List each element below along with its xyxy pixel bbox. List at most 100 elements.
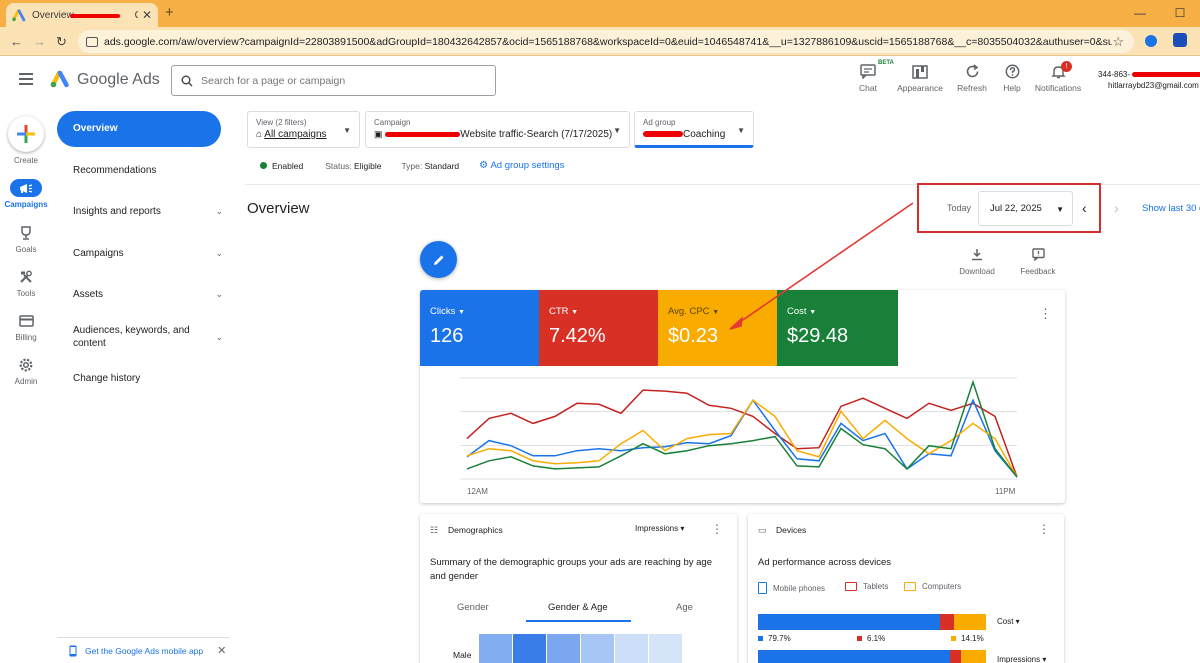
share-segment[interactable] <box>939 614 954 630</box>
share-segment[interactable] <box>953 614 986 630</box>
maximize-icon[interactable]: ☐ <box>1160 0 1200 27</box>
tab-title: Overview - Go <box>32 10 138 21</box>
url-text: ads.google.com/aw/overview?campaignId=22… <box>104 35 1113 48</box>
share-computers: 14.1% <box>951 634 984 643</box>
heatmap-cell[interactable] <box>649 634 682 663</box>
site-info-icon[interactable] <box>86 36 98 47</box>
google-ads-favicon <box>12 9 26 22</box>
download-button[interactable]: Download <box>952 248 1002 276</box>
heatmap-cell[interactable] <box>615 634 648 663</box>
brand-name: Google Ads <box>77 71 160 88</box>
metric-card-ctr[interactable]: CTR ▼ 7.42% <box>539 290 658 366</box>
search-box[interactable] <box>171 65 496 96</box>
minimize-icon[interactable]: — <box>1120 0 1160 27</box>
close-icon[interactable]: ✕ <box>217 644 226 657</box>
devices-icon: ▭ <box>758 525 767 535</box>
reload-icon[interactable]: ↻ <box>56 34 67 50</box>
heatmap-cell[interactable] <box>513 634 546 663</box>
date-range-select[interactable]: Jul 22, 2025 ▼ <box>978 191 1073 226</box>
more-vert-icon[interactable]: ⋮ <box>711 522 723 536</box>
x-axis-end-label: 11PM <box>995 487 1016 496</box>
legend-tablets: Tablets <box>845 582 888 591</box>
appearance-icon <box>912 65 928 79</box>
share-tablets: 6.1% <box>857 634 885 643</box>
demographics-card: ☷ Demographics Impressions ▾ ⋮ Summary o… <box>420 514 737 663</box>
rail-create[interactable]: Create <box>0 116 52 165</box>
show-last-link[interactable]: Show last 30 d <box>1142 203 1200 214</box>
menu-icon[interactable] <box>19 73 33 88</box>
previous-period-icon[interactable]: ‹ <box>1082 200 1087 216</box>
nav-item-change-history[interactable]: Change history <box>73 373 223 384</box>
browser-tab[interactable]: Overview - Go ✕ <box>6 3 158 27</box>
tab-gender-age[interactable]: Gender & Age <box>548 602 608 613</box>
ads-header: Google Ads Chat Appearance Refresh Help … <box>0 56 1200 106</box>
rail-admin[interactable]: Admin <box>0 356 52 386</box>
nav-item-recommendations[interactable]: Recommendations <box>73 165 223 176</box>
tab-age[interactable]: Age <box>676 602 693 613</box>
card-description: Summary of the demographic groups your a… <box>430 557 712 582</box>
nav-item-campaigns[interactable]: Campaigns ⌄ <box>73 248 223 259</box>
redaction-mark <box>1132 72 1200 78</box>
nav-item-assets[interactable]: Assets ⌄ <box>73 289 223 300</box>
next-period-icon[interactable]: › <box>1114 200 1119 216</box>
dropdown-arrow-icon: ▼ <box>809 309 817 316</box>
forward-icon[interactable]: → <box>33 34 46 49</box>
account-email: hitlarraybd23@gmail.com <box>1108 81 1199 90</box>
mobile-app-promo[interactable]: Get the Google Ads mobile app ✕ <box>57 637 229 663</box>
campaign-select[interactable]: Campaign ▣ Website traffic-Search (7/17/… <box>365 111 630 148</box>
create-plus-icon[interactable] <box>8 116 44 152</box>
megaphone-icon <box>10 179 42 197</box>
share-segment[interactable] <box>758 650 950 663</box>
feedback-button[interactable]: Feedback <box>1013 248 1063 276</box>
dropdown-arrow-icon: ▼ <box>712 309 720 316</box>
nav-item-audiences[interactable]: Audiences, keywords, and content ⌄ <box>73 324 223 350</box>
bookmark-star-icon[interactable]: ☆ <box>1112 34 1124 50</box>
rail-goals[interactable]: Goals <box>0 224 52 254</box>
share-segment[interactable] <box>758 614 940 630</box>
chat-button[interactable]: Chat <box>838 64 898 93</box>
account-id[interactable]: 344-863- <box>1098 70 1200 79</box>
share-segment[interactable] <box>960 650 986 663</box>
new-tab-icon[interactable]: + <box>165 4 174 21</box>
cost-select[interactable]: Cost ▾ <box>997 617 1020 626</box>
tab-close-icon[interactable]: ✕ <box>142 8 152 22</box>
view-filter-select[interactable]: View (2 filters) ⌂ All campaigns ▼ <box>247 111 360 148</box>
tablet-icon <box>845 582 857 591</box>
ad-group-settings-link[interactable]: Ad group settings <box>490 160 564 171</box>
nav-item-insights[interactable]: Insights and reports ⌄ <box>73 206 223 217</box>
back-icon[interactable]: ← <box>10 34 23 49</box>
feedback-icon <box>1031 248 1045 262</box>
impressions-select[interactable]: Impressions ▾ <box>997 655 1046 663</box>
heatmap-cell[interactable] <box>479 634 512 663</box>
line-chart: 12AM 11PM <box>460 377 1018 496</box>
notifications-button[interactable]: Notifications <box>1028 64 1088 93</box>
search-input[interactable] <box>201 74 481 87</box>
rail-tools[interactable]: Tools <box>0 268 52 298</box>
rail-campaigns[interactable]: Campaigns <box>0 179 52 209</box>
edit-pencil-button[interactable] <box>420 241 457 278</box>
settings-gear-icon[interactable]: ⚙ <box>479 160 488 171</box>
extension-icon[interactable] <box>1145 35 1157 47</box>
chevron-down-icon: ⌄ <box>215 289 223 299</box>
card-description: Ad performance across devices <box>758 557 892 568</box>
extension-icon[interactable] <box>1173 33 1187 47</box>
share-segment[interactable] <box>949 650 961 663</box>
row-label-male: Male <box>453 650 472 660</box>
address-bar[interactable]: ads.google.com/aw/overview?campaignId=22… <box>78 30 1134 53</box>
dropdown-arrow-icon: ▼ <box>737 126 745 135</box>
metric-card-cost[interactable]: Cost ▼ $29.48 <box>777 290 898 366</box>
appearance-button[interactable]: Appearance <box>890 64 950 93</box>
chevron-down-icon: ⌄ <box>215 331 223 342</box>
metric-select[interactable]: Impressions ▾ <box>635 524 684 533</box>
adgroup-select[interactable]: Ad group Coaching ▼ <box>634 111 754 148</box>
google-ads-logo <box>50 70 69 88</box>
nav-item-overview[interactable]: Overview <box>57 111 221 147</box>
heatmap-cell[interactable] <box>547 634 580 663</box>
heatmap-cell[interactable] <box>581 634 614 663</box>
rail-billing[interactable]: Billing <box>0 312 52 342</box>
more-vert-icon[interactable]: ⋮ <box>1038 522 1050 536</box>
metric-card-avg-cpc[interactable]: Avg. CPC ▼ $0.23 <box>658 290 777 366</box>
more-vert-icon[interactable]: ⋮ <box>1039 306 1052 322</box>
tab-gender[interactable]: Gender <box>457 602 489 613</box>
metric-card-clicks[interactable]: Clicks ▼ 126 <box>420 290 539 366</box>
